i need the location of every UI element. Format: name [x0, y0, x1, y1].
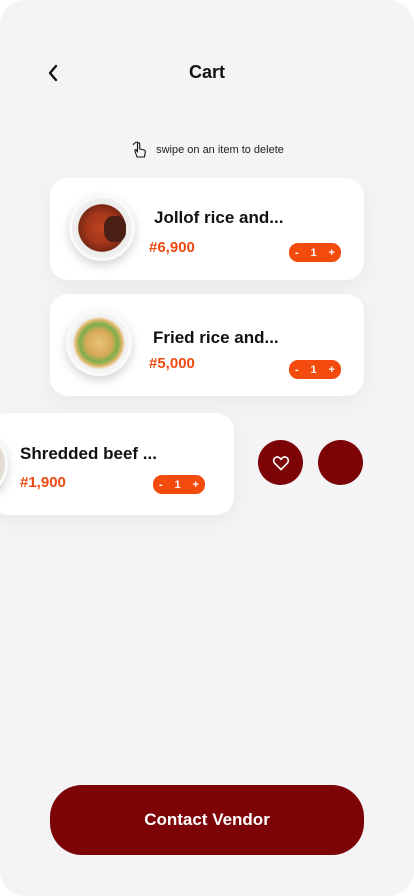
page-title: Cart — [188, 62, 225, 82]
quantity-stepper[interactable]: - 1 + — [289, 360, 341, 379]
quantity-stepper[interactable]: - 1 + — [153, 475, 205, 494]
swipe-hint-text: swipe on an item to delete — [156, 144, 284, 156]
quantity-value: 1 — [310, 246, 317, 259]
item-price: #6,900 — [149, 239, 195, 256]
cart-item[interactable]: Fried rice and... #5,000 - 1 + — [50, 294, 364, 396]
quantity-value: 1 — [174, 478, 181, 491]
heart-icon — [272, 455, 289, 470]
item-image — [66, 310, 132, 376]
cart-screen: Cart swipe on an item to delete Jollof r… — [0, 0, 414, 896]
increase-button[interactable]: + — [329, 364, 335, 376]
increase-button[interactable]: + — [329, 247, 335, 259]
item-name: Fried rice and... — [153, 328, 279, 347]
quantity-value: 1 — [310, 363, 317, 376]
swipe-hint: swipe on an item to delete — [0, 140, 414, 160]
item-price: #5,000 — [149, 355, 195, 372]
decrease-button[interactable]: - — [159, 479, 163, 491]
delete-button[interactable] — [318, 440, 363, 485]
item-price: #1,900 — [20, 474, 66, 491]
item-name: Jollof rice and... — [154, 208, 284, 227]
cart-item-swiped[interactable]: Shredded beef ... #1,900 - 1 + — [0, 413, 234, 515]
favorite-button[interactable] — [258, 440, 303, 485]
item-image — [69, 195, 135, 261]
swipe-hand-icon — [132, 141, 146, 158]
quantity-stepper[interactable]: - 1 + — [289, 243, 341, 262]
item-name: Shredded beef ... — [20, 444, 157, 463]
contact-vendor-button[interactable]: Contact Vendor — [50, 785, 364, 855]
increase-button[interactable]: + — [193, 479, 199, 491]
decrease-button[interactable]: - — [295, 364, 299, 376]
cart-item[interactable]: Jollof rice and... #6,900 - 1 + — [50, 178, 364, 280]
decrease-button[interactable]: - — [295, 247, 299, 259]
item-image — [0, 431, 8, 497]
